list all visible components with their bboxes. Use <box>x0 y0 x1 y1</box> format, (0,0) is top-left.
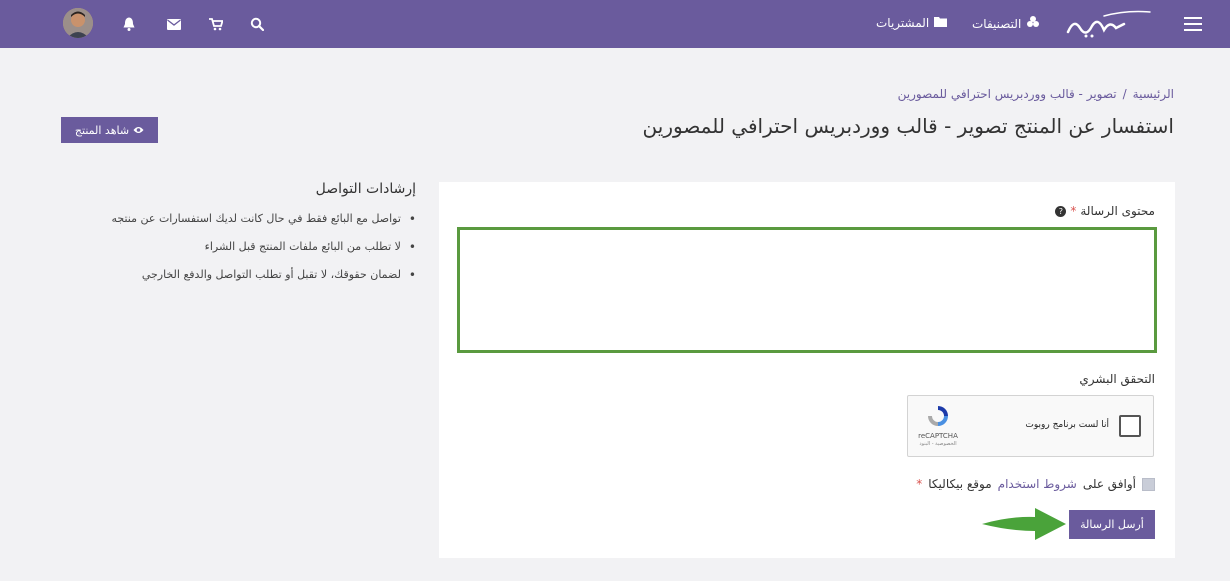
recaptcha-checkbox[interactable] <box>1119 415 1141 437</box>
recaptcha-logo: reCAPTCHA الخصوصية - البنود <box>916 404 960 447</box>
top-navbar: التصنيفات المشتريات <box>0 0 1230 48</box>
required-mark: * <box>916 477 923 491</box>
guideline-item: لضمان حقوقك، لا تقبل أو تطلب التواصل وال… <box>80 261 416 289</box>
menu-icon[interactable] <box>1183 14 1203 34</box>
recaptcha-widget: أنا لست برنامج روبوت reCAPTCHA الخصوصية … <box>907 395 1154 457</box>
folder-icon <box>934 16 948 30</box>
terms-agreement: أوافق على شروط استخدام موقع بيكاليكا * <box>916 477 1155 491</box>
logo-mark <box>1066 10 1151 38</box>
agree-prefix: أوافق على <box>1082 477 1136 491</box>
breadcrumb-separator: / <box>1122 87 1127 101</box>
recaptcha-terms[interactable]: الخصوصية - البنود <box>916 441 960 447</box>
guideline-text: تواصل مع البائع فقط في حال كانت لديك است… <box>111 212 401 225</box>
breadcrumb: الرئيسية / تصوير - قالب ووردبريس احترافي… <box>898 87 1174 101</box>
message-label-text: محتوى الرسالة <box>1080 204 1155 218</box>
view-product-button[interactable]: شاهد المنتج <box>61 117 158 143</box>
site-logo[interactable] <box>1064 8 1156 40</box>
captcha-label: التحقق البشري <box>1079 372 1155 386</box>
guideline-text: لا تطلب من البائع ملفات المنتج قبل الشرا… <box>204 240 401 253</box>
categories-icon <box>1026 16 1040 31</box>
page-title: استفسار عن المنتج تصوير - قالب ووردبريس … <box>642 114 1174 138</box>
search-icon[interactable] <box>247 14 267 34</box>
contact-guidelines: إرشادات التواصل تواصل مع البائع فقط في ح… <box>80 181 416 289</box>
recaptcha-icon <box>926 404 950 428</box>
guideline-item: لا تطلب من البائع ملفات المنتج قبل الشرا… <box>80 233 416 261</box>
view-product-label: شاهد المنتج <box>74 123 130 137</box>
breadcrumb-current[interactable]: تصوير - قالب ووردبريس احترافي للمصورين <box>898 87 1117 101</box>
guideline-item: تواصل مع البائع فقط في حال كانت لديك است… <box>80 205 416 233</box>
breadcrumb-home[interactable]: الرئيسية <box>1133 87 1174 101</box>
bell-icon[interactable] <box>119 14 139 34</box>
agree-suffix: موقع بيكاليكا <box>928 477 992 491</box>
user-avatar[interactable] <box>63 8 93 38</box>
terms-link[interactable]: شروط استخدام <box>998 477 1077 491</box>
nav-purchases-link[interactable]: المشتريات <box>876 16 948 30</box>
send-message-button[interactable]: أرسل الرسالة <box>1069 510 1155 539</box>
cart-icon[interactable] <box>206 14 226 34</box>
nav-categories-label: التصنيفات <box>972 16 1022 31</box>
message-label: محتوى الرسالة * ? <box>1055 204 1155 218</box>
inquiry-form-card: محتوى الرسالة * ? التحقق البشري أنا لست … <box>439 182 1175 558</box>
help-icon[interactable]: ? <box>1055 205 1067 217</box>
required-mark: * <box>1070 204 1077 218</box>
terms-checkbox[interactable] <box>1142 477 1155 491</box>
guideline-text: لضمان حقوقك، لا تقبل أو تطلب التواصل وال… <box>141 268 401 281</box>
recaptcha-text: أنا لست برنامج روبوت <box>1025 420 1109 430</box>
eye-icon <box>133 124 144 137</box>
message-textarea[interactable] <box>457 227 1157 353</box>
nav-categories-link[interactable]: التصنيفات <box>972 16 1040 31</box>
nav-purchases-label: المشتريات <box>876 16 930 30</box>
guidelines-list: تواصل مع البائع فقط في حال كانت لديك است… <box>80 205 416 289</box>
envelope-icon[interactable] <box>164 14 184 34</box>
arrow-annotation-icon <box>982 508 1066 540</box>
recaptcha-brand: reCAPTCHA <box>918 432 958 440</box>
guidelines-heading: إرشادات التواصل <box>315 181 416 197</box>
